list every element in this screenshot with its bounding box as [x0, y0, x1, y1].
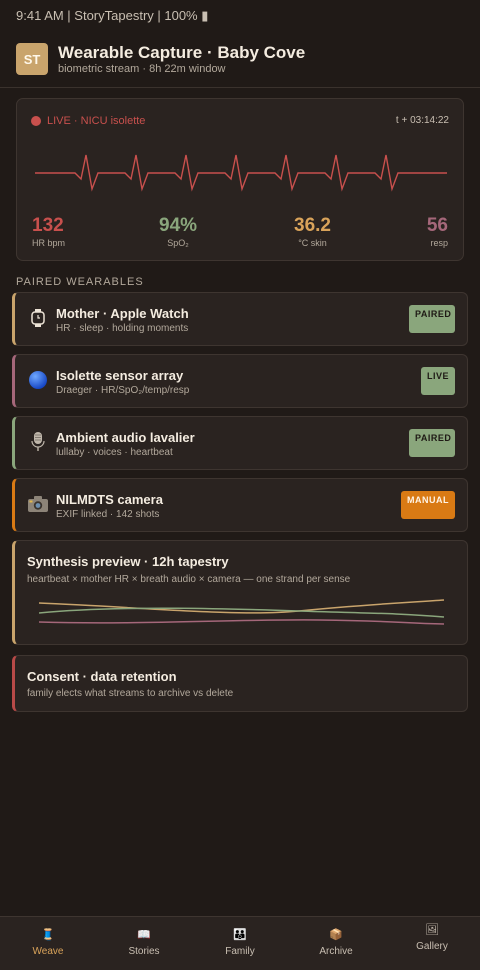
metric-value: 132	[32, 215, 64, 236]
status-bar: 9:41 AM | StoryTapestry | 100% ▮	[16, 8, 209, 23]
tapestry-strands	[39, 599, 444, 625]
metric-label: SpO₂	[167, 238, 189, 248]
device-name: Mother · Apple Watch	[56, 306, 189, 321]
tab-family[interactable]: 👪 Family	[192, 917, 288, 970]
bottom-tab-bar: 🧵 Weave 📖 Stories 👪 Family 📦 Archive 🖼 G…	[0, 916, 480, 970]
metric-respiration: 56 resp	[427, 215, 448, 249]
synthesis-preview-card[interactable]: Synthesis preview · 12h tapestry heartbe…	[12, 540, 468, 645]
tab-label: Archive	[319, 946, 353, 957]
status-badge: MANUAL	[401, 491, 455, 519]
live-label: LIVE · NICU isolette	[47, 115, 146, 127]
section-title-wearables: PAIRED WEARABLES	[16, 276, 144, 288]
app-header: ST Wearable Capture · Baby Cove biometri…	[16, 43, 464, 75]
device-card-camera[interactable]: NILMDTS camera EXIF linked · 142 shots M…	[12, 478, 468, 532]
synthesis-title: Synthesis preview · 12h tapestry	[27, 554, 229, 569]
page-title: Wearable Capture · Baby Cove	[58, 42, 306, 62]
device-description: EXIF linked · 142 shots	[56, 509, 160, 520]
box-icon: 📦	[329, 929, 343, 941]
tab-label: Weave	[32, 946, 64, 957]
tab-archive[interactable]: 📦 Archive	[288, 917, 384, 970]
elapsed-time: t + 03:14:22	[395, 115, 449, 126]
status-badge: LIVE	[421, 367, 455, 395]
metric-label: resp	[430, 238, 448, 248]
ecg-trace	[35, 154, 447, 192]
live-monitor-card[interactable]: LIVE · NICU isolette t + 03:14:22 132 HR…	[16, 98, 464, 261]
metric-skin-temp: 36.2 °C skin	[294, 215, 331, 249]
picture-icon: 🖼	[425, 924, 439, 936]
watch-icon	[27, 307, 49, 329]
consent-title: Consent · data retention	[27, 669, 177, 684]
metric-heart-rate: 132 HR bpm	[32, 215, 65, 249]
page-subtitle: biometric stream · 8h 22m window	[58, 62, 226, 75]
metric-value: 94%	[159, 215, 198, 236]
metric-label: °C skin	[298, 238, 327, 248]
header-divider	[0, 87, 480, 88]
camera-icon	[27, 493, 49, 515]
status-badge: PAIRED	[409, 429, 455, 457]
metric-value: 56	[426, 215, 448, 236]
status-badge: PAIRED	[409, 305, 455, 333]
tab-stories[interactable]: 📖 Stories	[96, 917, 192, 970]
tab-label: Family	[225, 946, 255, 957]
metric-label: HR bpm	[32, 238, 66, 248]
metric-value: 36.2	[294, 215, 331, 236]
microphone-icon	[27, 431, 49, 453]
device-card-apple-watch[interactable]: Mother · Apple Watch HR · sleep · holdin…	[12, 292, 468, 346]
metric-spo2: 94% SpO₂	[159, 215, 197, 249]
strand-breath-audio	[39, 619, 444, 625]
device-name: NILMDTS camera	[56, 492, 163, 507]
spool-icon: 🧵	[41, 929, 55, 941]
device-card-isolette-sensors[interactable]: Isolette sensor array Draeger · HR/SpO₂/…	[12, 354, 468, 408]
family-icon: 👪	[233, 929, 247, 941]
header-text: Wearable Capture · Baby Cove biometric s…	[58, 43, 305, 76]
consent-card[interactable]: Consent · data retention family elects w…	[12, 655, 468, 712]
app-avatar[interactable]: ST	[16, 43, 48, 75]
tab-gallery[interactable]: 🖼 Gallery	[384, 917, 480, 970]
consent-subtitle: family elects what streams to archive vs…	[27, 688, 234, 699]
tab-label: Stories	[128, 946, 160, 957]
device-name: Isolette sensor array	[56, 368, 184, 383]
tab-label: Gallery	[416, 941, 448, 952]
tab-weave[interactable]: 🧵 Weave	[0, 917, 96, 970]
device-name: Ambient audio lavalier	[56, 430, 195, 445]
device-description: HR · sleep · holding moments	[56, 323, 189, 334]
device-description: Draeger · HR/SpO₂/temp/resp	[56, 385, 190, 396]
sensor-orb-icon	[27, 369, 49, 391]
strand-heartbeat	[39, 599, 444, 614]
device-description: lullaby · voices · heartbeat	[56, 447, 173, 458]
book-icon: 📖	[137, 929, 151, 941]
synthesis-subtitle: heartbeat × mother HR × breath audio × c…	[27, 574, 351, 585]
ecg-line	[35, 154, 447, 192]
live-indicator: LIVE · NICU isolette	[31, 115, 145, 127]
device-card-audio-lavalier[interactable]: Ambient audio lavalier lullaby · voices …	[12, 416, 468, 470]
live-dot-icon	[31, 116, 41, 126]
